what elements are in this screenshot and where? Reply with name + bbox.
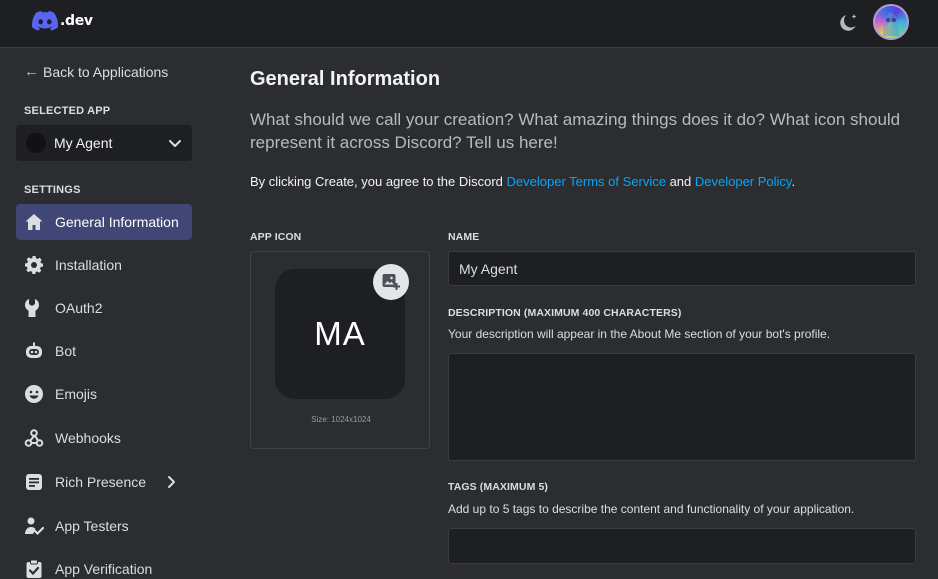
back-link-label: Back to Applications — [43, 63, 169, 80]
gear-icon — [24, 255, 44, 275]
sidebar-item-oauth2[interactable]: OAuth2 — [16, 290, 192, 326]
sidebar-item-label: App Verification — [55, 561, 153, 577]
webhook-icon — [24, 428, 44, 448]
app-avatar — [26, 133, 46, 153]
name-label: NAME — [448, 231, 480, 243]
arrow-left-icon: ← — [24, 63, 39, 80]
upload-image-button[interactable] — [373, 264, 409, 300]
description-textarea[interactable] — [448, 353, 916, 461]
robot-icon — [24, 341, 44, 361]
discord-dev-logo[interactable]: .dev — [32, 11, 93, 31]
chevron-down-icon — [169, 140, 181, 147]
terms-and: and — [665, 174, 695, 189]
selected-app-heading: SELECTED APP — [24, 105, 111, 117]
name-input[interactable]: My Agent — [448, 251, 916, 286]
terms-notice: By clicking Create, you agree to the Dis… — [250, 174, 795, 189]
discord-logo-icon — [32, 11, 58, 31]
sidebar-item-bot[interactable]: Bot — [16, 333, 192, 369]
sidebar-item-webhooks[interactable]: Webhooks — [16, 420, 192, 456]
terms-prefix: By clicking Create, you agree to the Dis… — [250, 174, 507, 189]
tags-help-text: Add up to 5 tags to describe the content… — [448, 502, 855, 516]
sidebar-item-label: App Testers — [55, 518, 129, 534]
clipboard-check-icon — [24, 559, 44, 579]
terms-suffix: . — [791, 174, 796, 189]
name-input-value: My Agent — [459, 260, 518, 277]
page-description: What should we call your creation? What … — [250, 110, 901, 152]
user-check-icon — [24, 516, 44, 536]
sidebar-item-general-information[interactable]: General Information — [16, 204, 192, 240]
sidebar-item-label: Rich Presence — [55, 474, 147, 490]
sidebar-item-label: Installation — [55, 257, 122, 273]
sidebar-item-emojis[interactable]: Emojis — [16, 376, 192, 412]
sidebar: ← Back to Applications SELECTED APP My A… — [0, 49, 208, 579]
description-help-text: Your description will appear in the Abou… — [448, 327, 831, 341]
sidebar-item-label: OAuth2 — [55, 300, 103, 316]
top-bar: .dev — [0, 0, 938, 48]
developer-policy-link[interactable]: Developer Policy — [695, 174, 792, 189]
back-to-applications-link[interactable]: ← Back to Applications — [24, 63, 168, 80]
moon-sparkle-icon[interactable] — [836, 11, 860, 35]
tags-label: TAGS (MAXIMUM 5) — [448, 481, 548, 493]
smiley-icon — [24, 384, 44, 404]
wrench-icon — [24, 298, 44, 318]
app-icon-label: APP ICON — [250, 231, 302, 243]
app-selector-dropdown[interactable]: My Agent — [16, 125, 192, 161]
icon-size-note: Size: 1024x1024 — [311, 415, 371, 424]
app-icon-uploader[interactable]: MA Size: 1024x1024 — [250, 251, 430, 449]
sidebar-item-app-testers[interactable]: App Testers — [16, 508, 192, 544]
sidebar-item-label: General Information — [55, 214, 179, 230]
settings-heading: SETTINGS — [24, 184, 81, 196]
page-title: General Information — [250, 68, 441, 90]
tags-input[interactable] — [448, 528, 916, 564]
image-plus-icon — [382, 274, 400, 290]
developer-terms-link[interactable]: Developer Terms of Service — [507, 174, 666, 189]
home-icon — [24, 212, 44, 232]
sidebar-item-label: Emojis — [55, 386, 98, 402]
sidebar-item-app-verification[interactable]: App Verification — [16, 551, 192, 579]
sidebar-item-installation[interactable]: Installation — [16, 247, 192, 283]
app-icon-initials: MA — [314, 315, 366, 352]
sidebar-item-rich-presence[interactable]: Rich Presence — [16, 464, 192, 500]
sidebar-item-label: Bot — [55, 343, 77, 359]
main-content: General Information What should we call … — [208, 49, 938, 579]
sidebar-item-label: Webhooks — [55, 430, 121, 446]
logo-text: .dev — [60, 13, 93, 29]
document-icon — [24, 472, 44, 492]
avatar-figure-icon — [883, 12, 899, 36]
chevron-right-icon — [168, 476, 175, 488]
description-label: DESCRIPTION (MAXIMUM 400 CHARACTERS) — [448, 307, 682, 319]
user-avatar[interactable] — [873, 4, 909, 40]
selected-app-name: My Agent — [54, 135, 113, 151]
